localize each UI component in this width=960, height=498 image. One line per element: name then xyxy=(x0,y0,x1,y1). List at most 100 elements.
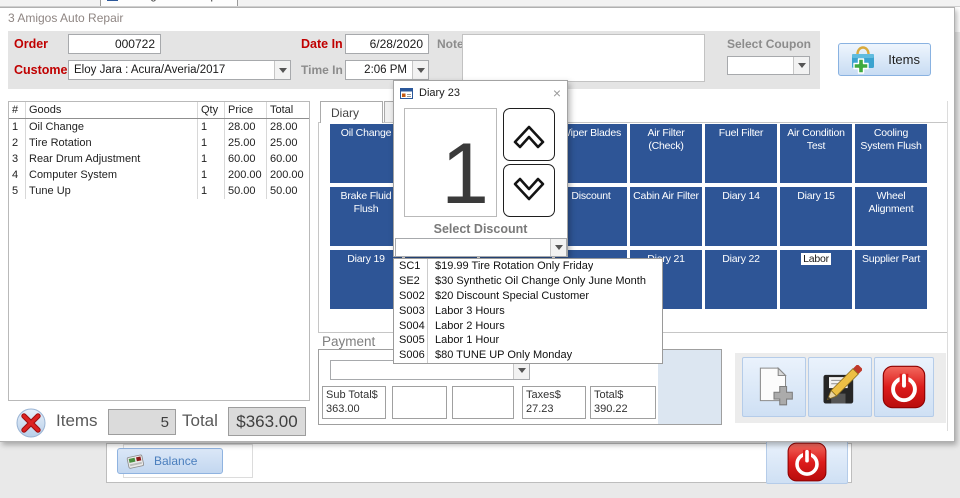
order-total-box: $363.00 xyxy=(228,407,306,436)
discount-option[interactable]: SC1 $19.99 Tire Rotation Only Friday xyxy=(394,259,662,274)
order-total-label: Total xyxy=(182,411,218,430)
close-icon[interactable]: × xyxy=(553,86,561,100)
customer-combobox[interactable]: Eloy Jara : Acura/Averia/2017 xyxy=(68,60,291,80)
note-input[interactable] xyxy=(462,34,705,82)
balance-button-label: Balance xyxy=(154,454,198,468)
table-cell: 1 xyxy=(9,119,26,135)
payment-field-value: 363.00 xyxy=(326,403,360,415)
service-button-labor[interactable]: Labor xyxy=(780,250,852,309)
chevron-down-icon[interactable] xyxy=(412,61,428,79)
chevron-up-icon xyxy=(513,125,545,148)
payment-field-total-: Total$ 390.22 xyxy=(590,386,656,419)
coupon-combobox[interactable] xyxy=(727,56,810,75)
discount-option[interactable]: SE2 $30 Synthetic Oil Change Only June Mo… xyxy=(394,273,662,289)
order-items-table[interactable]: # Goods Qty Price Total 1 Oil Change 1 28.00 28.0… xyxy=(8,101,310,401)
service-button-air-condition-test[interactable]: Air Condition Test xyxy=(780,124,852,183)
table-row[interactable]: 5 Tune Up 1 50.00 50.00 xyxy=(9,183,309,199)
popup-title: Diary 23 xyxy=(419,87,460,99)
payment-section-label: Payment xyxy=(322,334,376,349)
quantity-decrease-button[interactable] xyxy=(503,164,555,217)
table-row[interactable]: 3 Rear Drum Adjustment 1 60.00 60.00 xyxy=(9,151,309,167)
payment-field-empty xyxy=(452,386,514,419)
discount-option[interactable]: S006 $80 TUNE UP Only Monday xyxy=(394,348,662,364)
table-cell: 1 xyxy=(198,135,225,151)
table-cell: Tune Up xyxy=(26,183,198,199)
discount-code: SE2 xyxy=(394,273,428,289)
discount-option[interactable]: S003 Labor 3 Hours xyxy=(394,303,662,319)
service-button-label: Discount xyxy=(571,190,611,202)
service-button-diary-19[interactable]: Diary 19 xyxy=(330,250,402,309)
table-cell: Oil Change xyxy=(26,119,198,135)
table-cell: 3 xyxy=(9,151,26,167)
table-row[interactable]: 2 Tire Rotation 1 25.00 25.00 xyxy=(9,135,309,151)
table-cell: 4 xyxy=(9,167,26,183)
service-button-diary-22[interactable]: Diary 22 xyxy=(705,250,777,309)
service-button-oil-change[interactable]: Oil Change xyxy=(330,124,402,183)
service-button-fuel-filter[interactable]: Fuel Filter xyxy=(705,124,777,183)
service-button-supplier-part[interactable]: Supplier Part xyxy=(855,250,927,309)
discount-option[interactable]: S002 $20 Discount Special Customer xyxy=(394,288,662,304)
discount-description: $30 Synthetic Oil Change Only June Month xyxy=(435,274,646,287)
close-power-button[interactable] xyxy=(874,357,934,417)
popup-titlebar[interactable]: Diary 23 × xyxy=(394,81,567,105)
table-row[interactable]: 4 Computer System 1 200.00 200.00 xyxy=(9,167,309,183)
service-button-diary-14[interactable]: Diary 14 xyxy=(705,187,777,246)
table-cell: Tire Rotation xyxy=(26,135,198,151)
date-in-input[interactable]: 6/28/2020 xyxy=(345,34,429,54)
chevron-down-icon[interactable] xyxy=(274,61,290,79)
window-title: 3 Amigos Auto Repair xyxy=(8,11,124,25)
discount-code: S003 xyxy=(394,303,428,319)
add-items-button[interactable]: Items xyxy=(838,43,931,76)
discount-option[interactable]: S004 Labor 2 Hours xyxy=(394,318,662,334)
service-button-label: Diary 14 xyxy=(722,190,760,202)
table-cell: 1 xyxy=(198,119,225,135)
service-button-brake-fluid-flush[interactable]: Brake Fluid Flush xyxy=(330,187,402,246)
time-in-combobox[interactable]: 2:06 PM xyxy=(345,60,429,80)
service-button-diary-15[interactable]: Diary 15 xyxy=(780,187,852,246)
service-button-label: Fuel Filter xyxy=(718,127,764,139)
service-button-cooling-system-flush[interactable]: Cooling System Flush xyxy=(855,124,927,183)
table-cell: 2 xyxy=(9,135,26,151)
quantity-increase-button[interactable] xyxy=(503,108,555,161)
table-cell: 200.00 xyxy=(270,169,304,181)
form-icon xyxy=(107,0,118,1)
discount-dropdown-list[interactable]: SC1 $19.99 Tire Rotation Only Friday SE2 $3… xyxy=(393,258,663,364)
service-button-cabin-air-filter[interactable]: Cabin Air Filter xyxy=(630,187,702,246)
chevron-down-icon[interactable] xyxy=(793,57,809,74)
delete-x-icon[interactable] xyxy=(16,408,46,438)
service-button-label: Oil Change xyxy=(340,127,392,139)
payment-field-taxes-: Taxes$ 27.23 xyxy=(522,386,586,419)
discount-description: Labor 2 Hours xyxy=(435,319,505,332)
table-cell: 5 xyxy=(9,183,26,199)
discount-option[interactable]: S005 Labor 1 Hour xyxy=(394,333,662,349)
discount-description: Labor 1 Hour xyxy=(435,334,500,347)
balance-button[interactable]: Balance xyxy=(117,448,223,474)
discount-combobox[interactable] xyxy=(395,238,567,257)
table-cell: 28.00 xyxy=(225,119,267,135)
order-input[interactable]: 000722 xyxy=(68,34,161,54)
chevron-down-icon xyxy=(513,177,545,200)
table-row[interactable]: 1 Oil Change 1 28.00 28.00 xyxy=(9,119,309,135)
quantity-display[interactable]: 1 xyxy=(404,108,497,217)
service-button-label: Diary 15 xyxy=(797,190,835,202)
checkbook-icon xyxy=(126,454,145,469)
table-cell: 25.00 xyxy=(225,135,267,151)
items-count-box: 5 xyxy=(108,409,176,435)
service-button-wheel-alignment[interactable]: Wheel Alignment xyxy=(855,187,927,246)
background-tab[interactable]: 3 Amigos Auto Repair xyxy=(100,0,238,6)
form-icon xyxy=(400,87,413,99)
date-in-label: Date In xyxy=(301,37,343,51)
new-record-button[interactable] xyxy=(742,357,806,417)
discount-code: SC1 xyxy=(394,259,428,274)
discount-code: S002 xyxy=(394,288,428,304)
payment-field-empty xyxy=(392,386,447,419)
power-button-background[interactable] xyxy=(766,439,848,484)
save-button[interactable] xyxy=(808,357,872,417)
service-button-air-filter-check-[interactable]: Air Filter (Check) xyxy=(630,124,702,183)
chevron-down-icon[interactable] xyxy=(550,239,566,256)
order-label: Order xyxy=(14,37,49,51)
tab-diary[interactable]: Diary xyxy=(320,101,383,123)
parent-window: Balance xyxy=(106,443,852,483)
customer-value: Eloy Jara : Acura/Averia/2017 xyxy=(74,64,226,76)
quantity-value: 1 xyxy=(441,126,489,223)
